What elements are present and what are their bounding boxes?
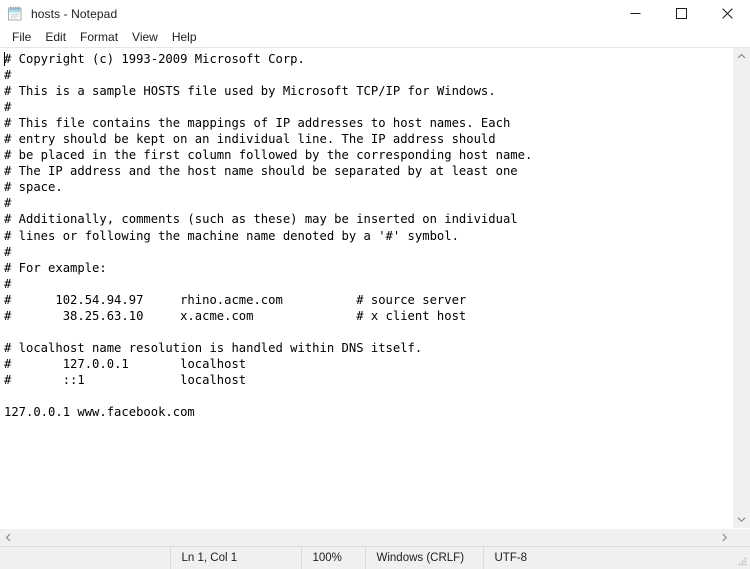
status-cursor-position[interactable]: Ln 1, Col 1 xyxy=(171,547,302,569)
status-bar: Ln 1, Col 1 100% Windows (CRLF) UTF-8 xyxy=(0,546,750,569)
window-controls xyxy=(612,0,750,27)
close-icon xyxy=(721,8,733,19)
horizontal-scroll-track[interactable] xyxy=(17,529,716,546)
menu-item-format[interactable]: Format xyxy=(73,28,125,47)
chevron-down-icon xyxy=(737,517,746,523)
menu-item-file[interactable]: File xyxy=(5,28,38,47)
text-editor[interactable]: # Copyright (c) 1993-2009 Microsoft Corp… xyxy=(0,48,732,528)
status-encoding[interactable]: UTF-8 xyxy=(484,547,581,569)
vertical-scroll-track[interactable] xyxy=(733,65,750,511)
chevron-right-icon xyxy=(722,533,728,542)
maximize-icon xyxy=(675,8,687,19)
menu-item-help[interactable]: Help xyxy=(165,28,204,47)
notepad-window: hosts - Notepad File Edit Format View He… xyxy=(0,0,750,569)
scroll-up-button[interactable] xyxy=(733,48,750,65)
title-bar-left: hosts - Notepad xyxy=(0,6,117,22)
resize-grip-icon xyxy=(738,557,747,566)
editor-region: # Copyright (c) 1993-2009 Microsoft Corp… xyxy=(0,48,750,528)
vertical-scrollbar[interactable] xyxy=(732,48,750,528)
scrollbar-corner xyxy=(733,529,750,546)
horizontal-scrollbar[interactable] xyxy=(0,529,733,546)
menu-item-view[interactable]: View xyxy=(125,28,165,47)
text-caret xyxy=(4,52,5,66)
maximize-button[interactable] xyxy=(658,0,704,27)
chevron-left-icon xyxy=(5,533,11,542)
horizontal-scrollbar-row xyxy=(0,528,750,546)
menu-bar: File Edit Format View Help xyxy=(0,27,750,48)
window-title: hosts - Notepad xyxy=(31,6,118,21)
scroll-left-button[interactable] xyxy=(0,529,17,546)
status-line-ending[interactable]: Windows (CRLF) xyxy=(366,547,484,569)
status-bar-spacer xyxy=(0,547,171,569)
close-button[interactable] xyxy=(704,0,750,27)
status-zoom-level[interactable]: 100% xyxy=(302,547,366,569)
scroll-right-button[interactable] xyxy=(716,529,733,546)
chevron-up-icon xyxy=(737,53,746,59)
vertical-scroll-thumb[interactable] xyxy=(733,65,750,511)
minimize-button[interactable] xyxy=(612,0,658,27)
scroll-down-button[interactable] xyxy=(733,511,750,528)
notepad-icon xyxy=(7,6,23,22)
menu-item-edit[interactable]: Edit xyxy=(38,28,73,47)
resize-grip[interactable] xyxy=(581,547,750,569)
minimize-icon xyxy=(630,13,640,14)
title-bar: hosts - Notepad xyxy=(0,0,750,27)
text-editor-content[interactable]: # Copyright (c) 1993-2009 Microsoft Corp… xyxy=(0,48,732,420)
